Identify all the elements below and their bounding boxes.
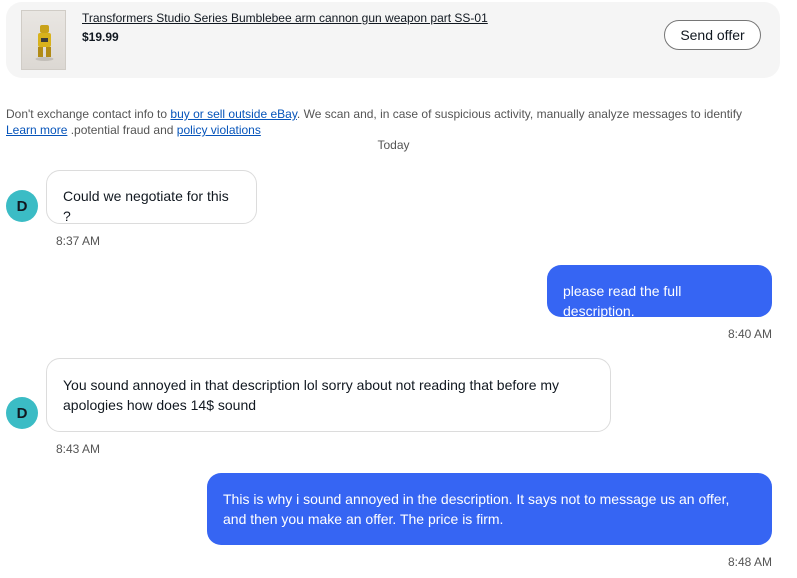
- outgoing-message-bubble: This is why i sound annoyed in the descr…: [207, 473, 772, 545]
- send-offer-button[interactable]: Send offer: [664, 20, 761, 50]
- safety-disclaimer: Don't exchange contact info to buy or se…: [6, 106, 766, 138]
- learn-more-link[interactable]: Learn more: [6, 123, 67, 137]
- message-timestamp: 8:40 AM: [727, 327, 772, 341]
- disclaimer-text: Don't exchange contact info to: [6, 107, 171, 121]
- message-timestamp: 8:43 AM: [56, 442, 101, 456]
- outgoing-message-bubble: please read the full description.: [547, 265, 772, 319]
- item-card: Transformers Studio Series Bumblebee arm…: [6, 2, 780, 78]
- avatar: D: [6, 397, 38, 429]
- incoming-message-bubble: You sound annoyed in that description lo…: [46, 358, 611, 432]
- date-separator: Today: [377, 138, 410, 152]
- message-timestamp: 8:48 AM: [727, 555, 772, 569]
- policy-violations-link[interactable]: policy violations: [177, 123, 261, 137]
- incoming-message-bubble: Could we negotiate for this ?: [46, 170, 257, 224]
- message-timestamp: 8:37 AM: [56, 234, 101, 248]
- disclaimer-line-1: Don't exchange contact info to buy or se…: [6, 106, 766, 122]
- item-price: $19.99: [82, 30, 119, 44]
- item-thumbnail[interactable]: [21, 10, 66, 70]
- avatar: D: [6, 190, 38, 222]
- disclaimer-line-2: Learn more .potential fraud and policy v…: [6, 122, 766, 138]
- item-title-link[interactable]: Transformers Studio Series Bumblebee arm…: [82, 11, 488, 25]
- disclaimer-text: . We scan and, in case of suspicious act…: [296, 107, 743, 121]
- outside-ebay-link[interactable]: buy or sell outside eBay: [170, 107, 297, 121]
- disclaimer-text: .potential fraud and: [67, 123, 177, 137]
- bumblebee-figure-image: [35, 25, 54, 61]
